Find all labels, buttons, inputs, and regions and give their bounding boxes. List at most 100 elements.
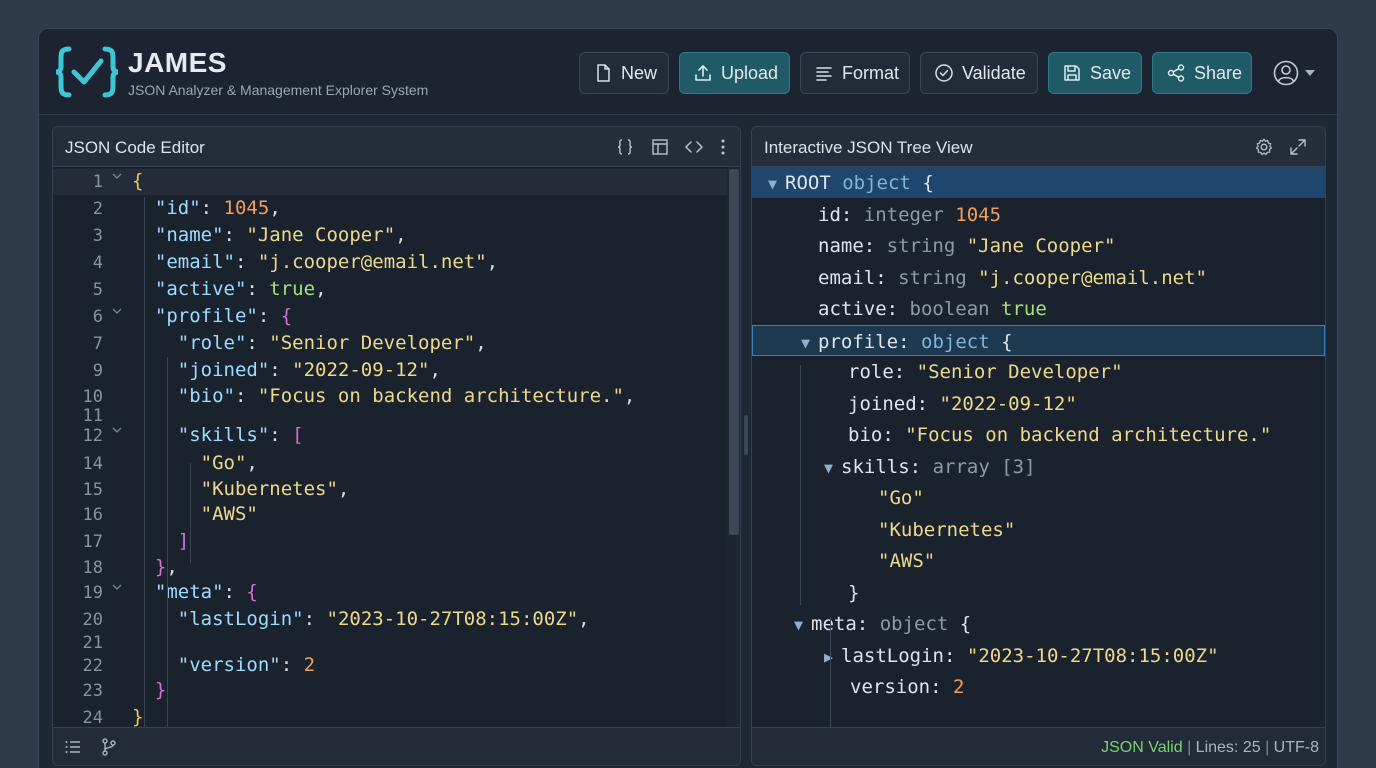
tree-header: Interactive JSON Tree View — [752, 127, 1325, 167]
collapse-triangle-icon[interactable]: ▼ — [794, 616, 803, 634]
line-number: 15 — [82, 480, 103, 500]
editor-header: JSON Code Editor — [53, 127, 740, 167]
line-number: 23 — [82, 681, 103, 701]
line-number: 4 — [92, 253, 103, 273]
fold-chevron-icon[interactable] — [111, 305, 123, 320]
tree-node-content: bio: "Focus on backend architecture." — [848, 424, 1272, 446]
code-line[interactable]: 14 "Go", — [53, 451, 727, 477]
tree-guide-line — [830, 617, 831, 737]
indent-guide — [167, 357, 168, 677]
code-icon[interactable] — [684, 137, 704, 157]
tree-node-content: id: integer 1045 — [818, 204, 1002, 226]
app-subtitle: JSON Analyzer & Management Explorer Syst… — [128, 82, 429, 98]
tree-node-lastlogin[interactable]: ▶ lastLogin: "2023-10-27T08:15:00Z" — [752, 640, 1325, 671]
code-line[interactable]: 19 "meta": { — [53, 580, 727, 606]
tree-node-id[interactable]: id: integer 1045 — [752, 199, 1325, 230]
chevron-down-icon — [1305, 70, 1315, 76]
expand-triangle-icon[interactable]: ▶ — [824, 648, 833, 666]
tree-node-skill[interactable]: "AWS" — [752, 545, 1325, 576]
code-line[interactable]: 16 "AWS" — [53, 502, 727, 528]
code-line[interactable]: 3 "name": "Jane Cooper", — [53, 223, 727, 249]
upload-button[interactable]: Upload — [679, 52, 790, 94]
line-number: 16 — [82, 505, 103, 525]
new-button[interactable]: New — [579, 52, 669, 94]
tree-node-skill[interactable]: "Kubernetes" — [752, 514, 1325, 545]
status-separator: | — [1265, 739, 1270, 756]
code-line[interactable]: 5 "active": true, — [53, 277, 727, 303]
tree-node-name[interactable]: name: string "Jane Cooper" — [752, 230, 1325, 261]
code-line[interactable]: 6 "profile": { — [53, 304, 727, 330]
collapse-triangle-icon[interactable]: ▼ — [768, 175, 777, 193]
logo-braces-check-icon — [55, 45, 119, 99]
save-button[interactable]: Save — [1048, 52, 1142, 94]
user-menu-button[interactable] — [1273, 59, 1321, 87]
tree-node-content: ▼ skills: array [3] — [824, 456, 1036, 478]
expand-icon[interactable] — [1288, 137, 1308, 157]
code-text: "skills": [ — [177, 424, 304, 446]
status-separator: | — [1187, 739, 1192, 756]
tree-node-close-brace[interactable]: } — [752, 577, 1325, 608]
json-tree-view-panel: Interactive JSON Tree View ▼ ROOT object … — [751, 126, 1326, 766]
panel-splitter[interactable] — [744, 415, 748, 455]
tree-node-skills[interactable]: ▼ skills: array [3] — [752, 451, 1325, 482]
editor-scrollbar[interactable] — [727, 167, 740, 727]
braces-icon[interactable] — [615, 137, 635, 157]
code-line[interactable]: 4 "email": "j.cooper@email.net", — [53, 250, 727, 276]
share-button[interactable]: Share — [1152, 52, 1252, 94]
encoding: UTF-8 — [1273, 739, 1319, 756]
tree-node-role[interactable]: role: "Senior Developer" — [752, 356, 1325, 387]
code-line[interactable]: 17 ] — [53, 529, 727, 555]
settings-gear-icon[interactable] — [1254, 137, 1274, 157]
fold-chevron-icon[interactable] — [111, 424, 123, 439]
tree-node-skill[interactable]: "Go" — [752, 482, 1325, 513]
code-text: { — [132, 170, 144, 192]
fold-chevron-icon[interactable] — [111, 581, 123, 596]
git-branch-icon[interactable] — [99, 737, 119, 757]
app-header: JAMES JSON Analyzer & Management Explore… — [39, 29, 1337, 115]
list-icon[interactable] — [63, 737, 83, 757]
code-line[interactable]: 9 "joined": "2022-09-12", — [53, 358, 727, 384]
code-line[interactable]: 1{ — [53, 169, 727, 195]
code-line[interactable]: 12 "skills": [ — [53, 423, 727, 449]
code-text: ] — [177, 530, 190, 552]
editor-scrollbar-thumb[interactable] — [729, 169, 739, 535]
collapse-triangle-icon[interactable]: ▼ — [801, 334, 810, 352]
line-number: 14 — [82, 454, 103, 474]
line-number: 20 — [82, 610, 103, 630]
line-number: 17 — [82, 532, 103, 552]
format-button[interactable]: Format — [800, 52, 910, 94]
code-line[interactable]: 15 "Kubernetes", — [53, 477, 727, 503]
tree-node-bio[interactable]: bio: "Focus on backend architecture." — [752, 419, 1325, 450]
validate-button[interactable]: Validate — [920, 52, 1038, 94]
code-line[interactable]: 7 "role": "Senior Developer", — [53, 331, 727, 357]
tree-area: ▼ ROOT object { id: integer 1045 name: stri… — [752, 167, 1325, 737]
code-text: }, — [154, 556, 178, 578]
tree-node-active[interactable]: active: boolean true — [752, 293, 1325, 324]
code-text: "meta": { — [154, 581, 258, 603]
tree-node-meta[interactable]: ▼ meta: object { — [752, 608, 1325, 639]
fold-chevron-icon[interactable] — [111, 170, 123, 185]
tree-node-joined[interactable]: joined: "2022-09-12" — [752, 388, 1325, 419]
code-line[interactable]: 22 "version": 2 — [53, 653, 727, 679]
tree-node-root[interactable]: ▼ ROOT object { — [752, 167, 1325, 198]
code-area[interactable]: 1{2 "id": 1045, 3 "name": "Jane Cooper", 4… — [53, 167, 727, 755]
code-line[interactable]: 23 } — [53, 678, 727, 704]
code-text: "AWS" — [200, 503, 258, 525]
line-count: Lines: 25 — [1195, 739, 1261, 756]
code-line[interactable]: 18 }, — [53, 555, 727, 581]
tree-node-version[interactable]: version: 2 — [752, 671, 1325, 702]
code-line[interactable]: 2 "id": 1045, — [53, 196, 727, 222]
line-number: 2 — [92, 199, 103, 219]
tree-node-content: } — [848, 582, 860, 604]
tree-node-profile[interactable]: ▼ profile: object { — [752, 325, 1325, 356]
line-number: 19 — [82, 583, 103, 603]
tree-node-email[interactable]: email: string "j.cooper@email.net" — [752, 262, 1325, 293]
more-vertical-icon[interactable] — [713, 137, 733, 157]
code-text: "active": true, — [154, 278, 327, 300]
line-number: 21 — [82, 633, 103, 653]
upload-icon — [695, 65, 711, 81]
collapse-triangle-icon[interactable]: ▼ — [824, 459, 833, 477]
split-view-icon[interactable] — [650, 137, 670, 157]
tree-node-content: email: string "j.cooper@email.net" — [818, 267, 1207, 289]
code-text: "name": "Jane Cooper", — [154, 224, 407, 246]
